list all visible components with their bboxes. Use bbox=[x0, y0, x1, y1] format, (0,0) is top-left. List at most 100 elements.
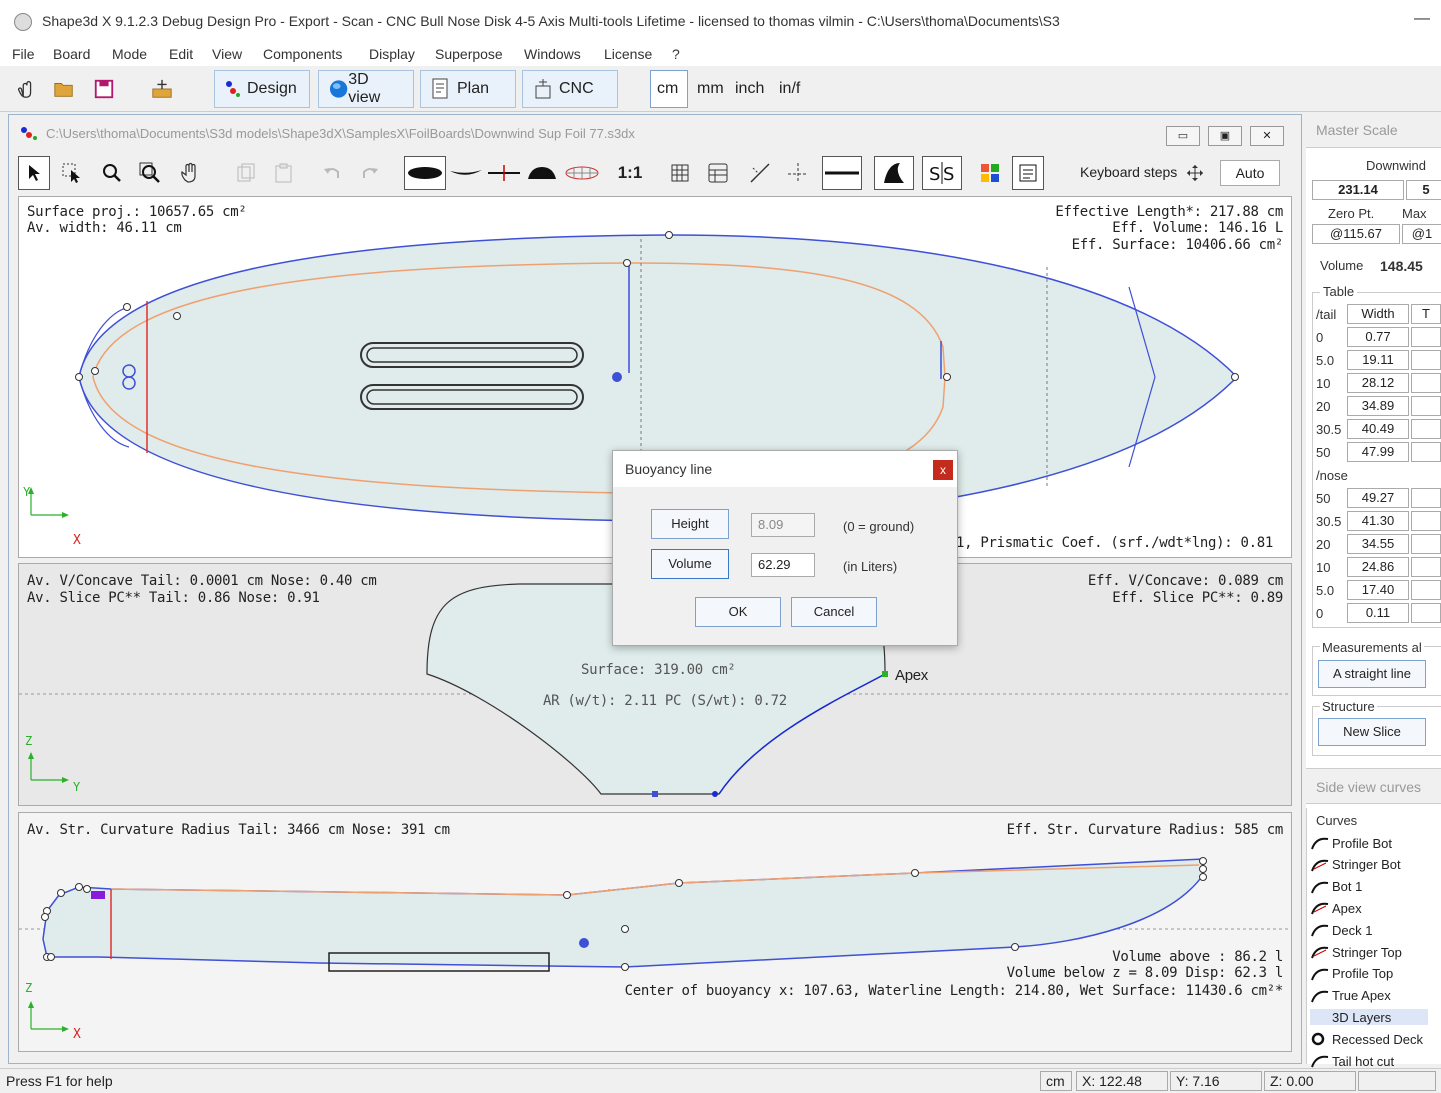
nose-row-width[interactable]: 34.55 bbox=[1347, 534, 1409, 554]
fin-tool[interactable] bbox=[874, 156, 914, 190]
tail-row-width[interactable]: 28.12 bbox=[1347, 373, 1409, 393]
nose-row-t[interactable] bbox=[1411, 511, 1441, 531]
zoom-rect-tool[interactable] bbox=[134, 156, 166, 190]
pointer-tool[interactable] bbox=[18, 156, 50, 190]
curve-item[interactable]: 3D Layers bbox=[1310, 1009, 1428, 1026]
nose-row-width[interactable]: 41.30 bbox=[1347, 511, 1409, 531]
height-input[interactable]: 8.09 bbox=[751, 513, 815, 537]
tangent-tool[interactable] bbox=[744, 156, 776, 190]
length-field[interactable]: 231.14 bbox=[1312, 180, 1404, 200]
dialog-close-button[interactable]: x bbox=[933, 460, 953, 480]
tail-row-width[interactable]: 34.89 bbox=[1347, 396, 1409, 416]
menu-superpose[interactable]: Superpose bbox=[435, 46, 503, 62]
nose-row-t[interactable] bbox=[1411, 534, 1441, 554]
side-view-tool[interactable] bbox=[448, 156, 484, 190]
profile-view-panel[interactable]: Av. Str. Curvature Radius Tail: 3466 cm … bbox=[18, 812, 1292, 1052]
unit-cm-button[interactable]: cm bbox=[650, 70, 688, 108]
curve-item[interactable]: Profile Top bbox=[1310, 966, 1393, 982]
hand-icon[interactable] bbox=[14, 78, 38, 100]
properties-tool[interactable] bbox=[1012, 156, 1044, 190]
nose-row-t[interactable] bbox=[1411, 557, 1441, 577]
curve-item[interactable]: Profile Bot bbox=[1310, 835, 1392, 851]
doc-close-button[interactable]: ✕ bbox=[1250, 126, 1284, 146]
plan-button[interactable]: Plan bbox=[420, 70, 516, 108]
export-icon[interactable] bbox=[150, 78, 174, 100]
slice-tool[interactable] bbox=[486, 156, 522, 190]
cnc-button[interactable]: CNC bbox=[522, 70, 618, 108]
tail-row-width[interactable]: 47.99 bbox=[1347, 442, 1409, 462]
save-icon[interactable] bbox=[92, 78, 116, 100]
minimize-button[interactable]: — bbox=[1414, 10, 1430, 28]
max-field[interactable]: @1 bbox=[1402, 224, 1441, 244]
stringer-tool[interactable] bbox=[822, 156, 862, 190]
redo-tool[interactable] bbox=[354, 156, 386, 190]
nose-row-width[interactable]: 0.11 bbox=[1347, 603, 1409, 623]
menu-edit[interactable]: Edit bbox=[169, 46, 193, 62]
volume-input[interactable]: 62.29 bbox=[751, 553, 815, 577]
auto-step-button[interactable]: Auto bbox=[1220, 160, 1280, 186]
unit-mm-button[interactable]: mm bbox=[697, 80, 724, 98]
tail-row-width[interactable]: 0.77 bbox=[1347, 327, 1409, 347]
design-mode-button[interactable]: Design bbox=[214, 70, 310, 108]
straight-line-button[interactable]: A straight line bbox=[1318, 660, 1426, 688]
nose-row-t[interactable] bbox=[1411, 488, 1441, 508]
unit-inf-button[interactable]: in/f bbox=[779, 80, 800, 98]
curve-item[interactable]: Apex bbox=[1310, 900, 1362, 916]
menu-help[interactable]: ? bbox=[672, 46, 680, 62]
menu-file[interactable]: File bbox=[12, 46, 35, 62]
next-field[interactable]: 5 bbox=[1406, 180, 1441, 200]
menu-mode[interactable]: Mode bbox=[112, 46, 147, 62]
axis-tool[interactable] bbox=[782, 156, 814, 190]
tail-row-t[interactable] bbox=[1411, 396, 1441, 416]
zero-pt-field[interactable]: @115.67 bbox=[1312, 224, 1400, 244]
ratio-1-1-button[interactable]: 1:1 bbox=[610, 156, 650, 190]
undo-tool[interactable] bbox=[316, 156, 348, 190]
nose-row-t[interactable] bbox=[1411, 580, 1441, 600]
select-rect-tool[interactable] bbox=[56, 156, 88, 190]
open-folder-icon[interactable] bbox=[52, 78, 76, 100]
nose-row-width[interactable]: 24.86 bbox=[1347, 557, 1409, 577]
rail-tool[interactable] bbox=[524, 156, 560, 190]
curve-item[interactable]: True Apex bbox=[1310, 988, 1391, 1004]
doc-maximize-button[interactable]: ▣ bbox=[1208, 126, 1242, 146]
cancel-button[interactable]: Cancel bbox=[791, 597, 877, 627]
doc-minimize-button[interactable]: ▭ bbox=[1166, 126, 1200, 146]
move-cross-icon[interactable] bbox=[1186, 164, 1204, 182]
new-slice-button[interactable]: New Slice bbox=[1318, 718, 1426, 746]
profile-view-drawing[interactable] bbox=[19, 813, 1291, 1051]
3d-view-button[interactable]: 3D view bbox=[318, 70, 414, 108]
copy-tool[interactable] bbox=[230, 156, 262, 190]
tail-row-t[interactable] bbox=[1411, 350, 1441, 370]
nose-row-width[interactable]: 17.40 bbox=[1347, 580, 1409, 600]
curve-item[interactable]: Stringer Top bbox=[1310, 944, 1402, 960]
curve-item[interactable]: Tail hot cut bbox=[1310, 1053, 1394, 1069]
menu-license[interactable]: License bbox=[604, 46, 652, 62]
tail-row-t[interactable] bbox=[1411, 327, 1441, 347]
grid-tool[interactable] bbox=[664, 156, 696, 190]
tail-row-t[interactable] bbox=[1411, 419, 1441, 439]
tail-row-t[interactable] bbox=[1411, 442, 1441, 462]
table-tool[interactable] bbox=[702, 156, 734, 190]
color-tool[interactable] bbox=[974, 156, 1006, 190]
paste-tool[interactable] bbox=[268, 156, 300, 190]
menu-display[interactable]: Display bbox=[369, 46, 415, 62]
tail-row-width[interactable]: 19.11 bbox=[1347, 350, 1409, 370]
symmetry-tool[interactable]: SS bbox=[922, 156, 962, 190]
zoom-tool[interactable] bbox=[96, 156, 128, 190]
menu-view[interactable]: View bbox=[212, 46, 242, 62]
menu-board[interactable]: Board bbox=[53, 46, 90, 62]
curve-item[interactable]: Recessed Deck bbox=[1310, 1031, 1423, 1047]
nose-row-width[interactable]: 49.27 bbox=[1347, 488, 1409, 508]
curve-item[interactable]: Deck 1 bbox=[1310, 922, 1372, 938]
pan-tool[interactable] bbox=[174, 156, 206, 190]
height-button[interactable]: Height bbox=[651, 509, 729, 539]
3d-mesh-tool[interactable] bbox=[562, 156, 602, 190]
menu-components[interactable]: Components bbox=[263, 46, 342, 62]
curve-item[interactable]: Bot 1 bbox=[1310, 879, 1362, 895]
tail-row-width[interactable]: 40.49 bbox=[1347, 419, 1409, 439]
curve-item[interactable]: Stringer Bot bbox=[1310, 857, 1401, 873]
tail-row-t[interactable] bbox=[1411, 373, 1441, 393]
volume-button[interactable]: Volume bbox=[651, 549, 729, 579]
nose-row-t[interactable] bbox=[1411, 603, 1441, 623]
menu-windows[interactable]: Windows bbox=[524, 46, 581, 62]
